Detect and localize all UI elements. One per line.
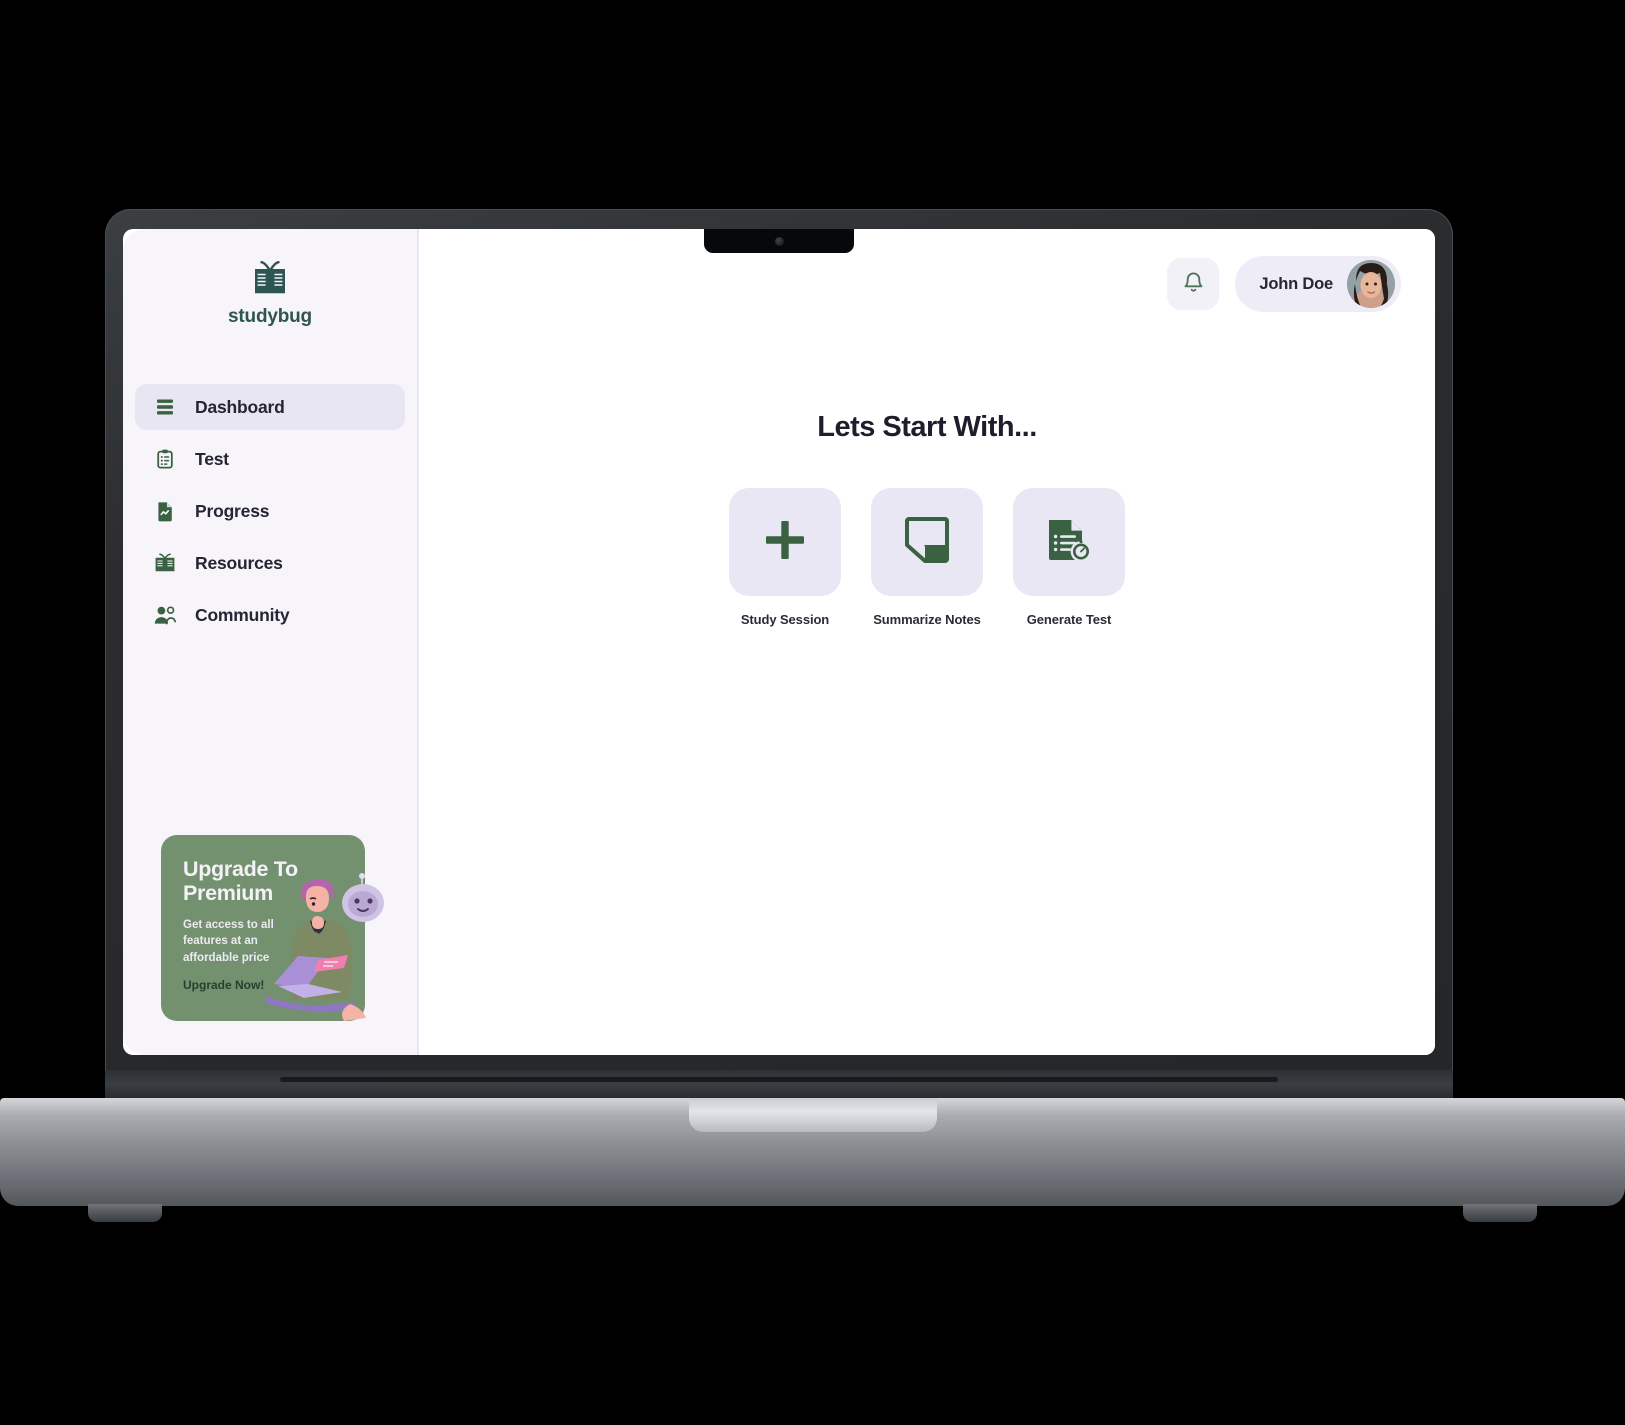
sidebar-item-test[interactable]: Test — [135, 436, 405, 482]
app-screen: studybug Dashboard Test Progress Resourc… — [123, 229, 1435, 1055]
sidebar: studybug Dashboard Test Progress Resourc… — [123, 229, 419, 1055]
note-folded-corner-icon — [903, 515, 951, 570]
quick-actions: Study Session Summarize Notes Generate T… — [729, 488, 1125, 627]
open-book-icon — [153, 551, 177, 575]
sidebar-nav: Dashboard Test Progress Resources Commun… — [123, 384, 417, 638]
topbar: John Doe — [419, 229, 1435, 339]
sidebar-item-label: Community — [195, 604, 290, 625]
laptop-foot-right — [1463, 1204, 1537, 1222]
plus-icon — [761, 516, 809, 569]
sidebar-item-label: Progress — [195, 500, 270, 521]
webcam-dot-icon — [774, 236, 784, 246]
sidebar-item-label: Dashboard — [195, 396, 285, 417]
laptop-bezel: studybug Dashboard Test Progress Resourc… — [123, 229, 1435, 1055]
bell-icon — [1182, 271, 1205, 297]
sidebar-item-dashboard[interactable]: Dashboard — [135, 384, 405, 430]
notifications-button[interactable] — [1167, 258, 1220, 310]
upgrade-promo-wrapper: Upgrade To Premium Get access to all fea… — [123, 835, 417, 1055]
sidebar-item-label: Resources — [195, 552, 283, 573]
person-with-laptop-and-robot-illustration-icon — [266, 856, 391, 1021]
laptop-base-notch — [688, 1098, 937, 1132]
page-title: Lets Start With... — [817, 411, 1037, 443]
action-summarize-notes[interactable]: Summarize Notes — [871, 488, 983, 627]
document-with-timer-icon — [1044, 515, 1094, 570]
action-label: Study Session — [740, 612, 830, 627]
action-tile[interactable] — [729, 488, 841, 596]
sidebar-item-progress[interactable]: Progress — [135, 488, 405, 534]
main-content: John Doe Lets Start With... Study Sessio… — [419, 229, 1435, 1055]
action-tile[interactable] — [1013, 488, 1125, 596]
open-book-icon — [249, 259, 291, 304]
laptop-lid: studybug Dashboard Test Progress Resourc… — [105, 209, 1453, 1081]
action-generate-test[interactable]: Generate Test — [1013, 488, 1125, 627]
brand-name: studybug — [228, 306, 312, 327]
upgrade-promo-card[interactable]: Upgrade To Premium Get access to all fea… — [161, 835, 384, 1021]
user-menu[interactable]: John Doe — [1235, 256, 1401, 312]
start-panel: Lets Start With... Study Session Summari… — [419, 339, 1435, 1055]
avatar — [1347, 260, 1395, 308]
sidebar-item-resources[interactable]: Resources — [135, 540, 405, 586]
action-study-session[interactable]: Study Session — [729, 488, 841, 627]
sidebar-item-label: Test — [195, 448, 229, 469]
laptop-foot-left — [88, 1204, 162, 1222]
laptop-notch — [704, 229, 854, 253]
action-label: Summarize Notes — [873, 612, 981, 627]
clipboard-icon — [153, 447, 177, 471]
two-people-icon — [153, 603, 177, 627]
screenshot-stage: studybug Dashboard Test Progress Resourc… — [0, 0, 1625, 1425]
user-name: John Doe — [1259, 274, 1333, 293]
action-tile[interactable] — [871, 488, 983, 596]
sidebar-item-community[interactable]: Community — [135, 592, 405, 638]
stacked-lines-icon — [153, 395, 177, 419]
action-label: Generate Test — [1026, 612, 1112, 627]
brand-logo[interactable]: studybug — [123, 259, 417, 328]
document-chart-icon — [153, 499, 177, 523]
